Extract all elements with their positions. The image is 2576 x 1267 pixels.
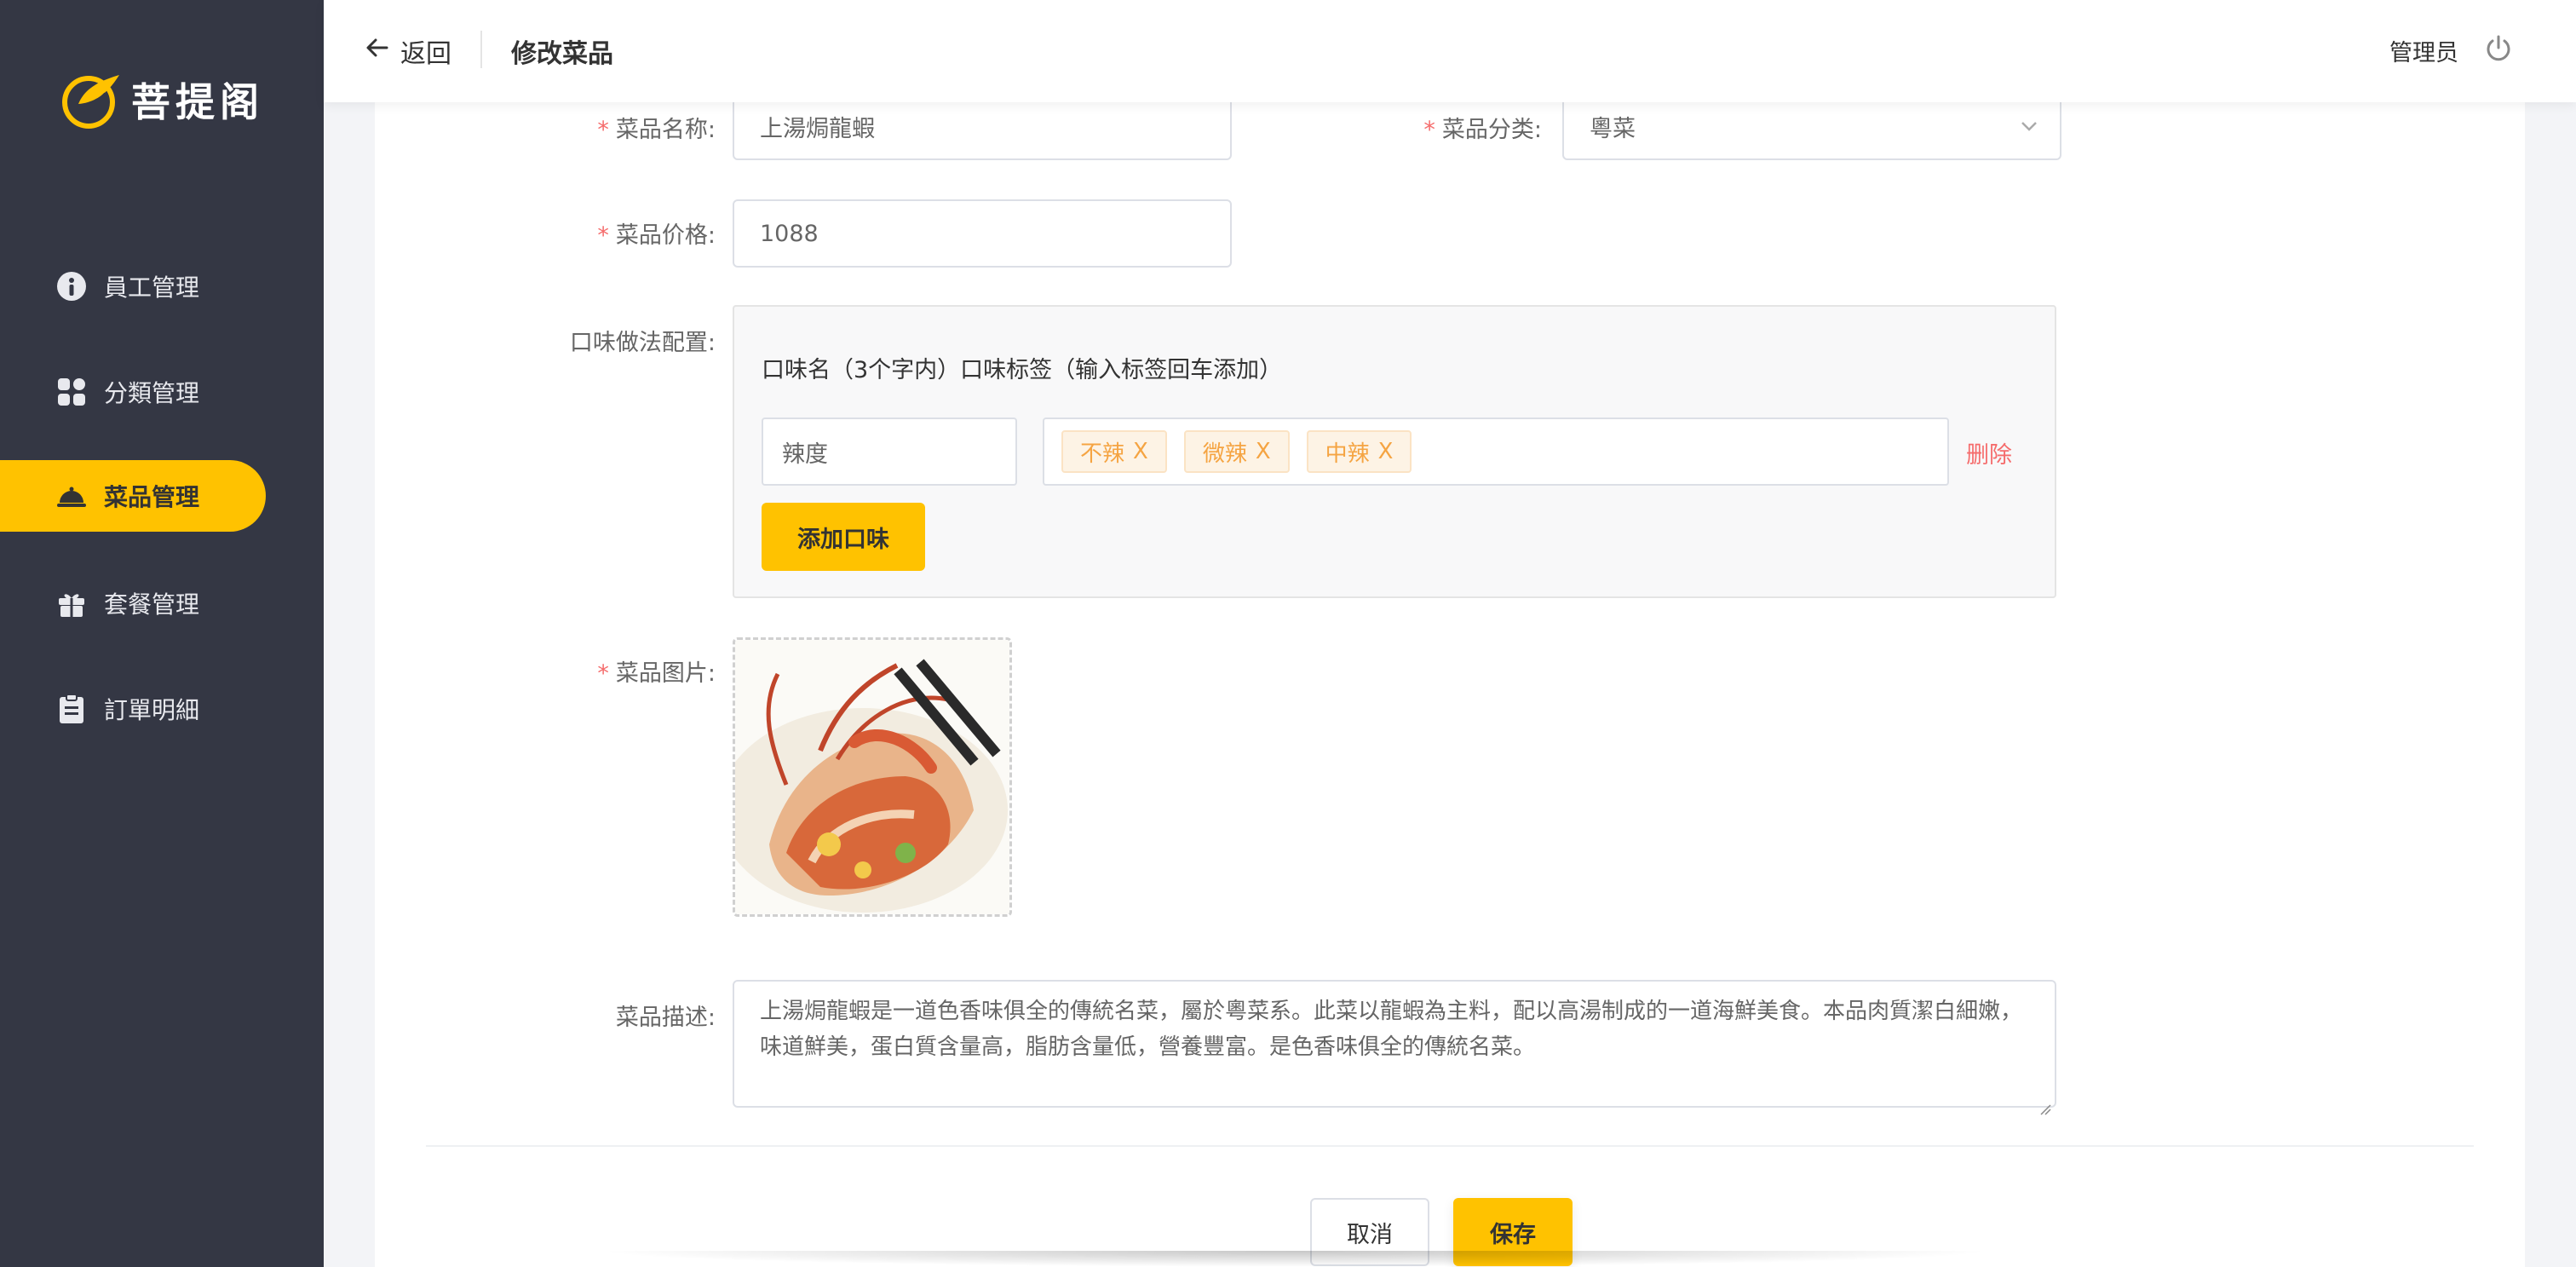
resize-grip-icon[interactable] [2039, 1091, 2051, 1115]
flavor-tags-input[interactable]: 不辣 X 微辣 X 中辣 X [1043, 418, 1949, 486]
dish-image-label: * 菜品图片: [375, 654, 716, 688]
back-button[interactable]: 返回 [365, 32, 451, 70]
clipboard-icon [56, 694, 87, 724]
label-text: 菜品分类: [1441, 117, 1542, 143]
label-text: 菜品名称: [615, 117, 716, 143]
employee-icon [56, 271, 87, 302]
page-title: 修改菜品 [511, 39, 613, 69]
select-value: 粵菜 [1590, 115, 1636, 142]
input-value: 辣度 [782, 441, 828, 468]
form-divider [426, 1145, 2474, 1147]
dish-name-label: * 菜品名称: [375, 111, 716, 144]
sidebar-item-orders[interactable]: 訂單明細 [0, 673, 266, 745]
dish-name-input[interactable]: 上湯焗龍蝦 [733, 92, 1232, 160]
label-text: 菜品价格: [615, 222, 716, 249]
flavor-header: 口味名（3个字内）口味标签（输入标签回车添加） [762, 357, 1283, 383]
flavor-config-label: 口味做法配置: [569, 330, 716, 356]
dish-image-upload[interactable] [733, 637, 1012, 917]
sidebar-item-label: 菜品管理 [104, 483, 200, 511]
user-name[interactable]: 管理员 [2389, 34, 2458, 67]
flavor-tag: 中辣 X [1306, 430, 1412, 473]
chevron-down-icon [2019, 116, 2039, 136]
power-icon[interactable] [2484, 34, 2513, 63]
bottom-shadow [596, 1251, 1993, 1267]
delete-flavor-link[interactable]: 删除 [1966, 436, 2012, 469]
brand-name: 菩提阁 [131, 79, 264, 125]
dish-desc-label: 菜品描述: [615, 1005, 716, 1031]
dish-price-label: * 菜品价格: [375, 216, 716, 250]
textarea-value: 上湯焗龍蝦是一道色香味俱全的傳統名菜，屬於粵菜系。此菜以龍蝦為主料，配以高湯制成… [760, 999, 2023, 1060]
lobster-image [735, 640, 1009, 914]
label-text: 菜品图片: [615, 660, 716, 687]
input-value: 上湯焗龍蝦 [760, 115, 875, 142]
tag-label: 不辣 [1080, 441, 1125, 467]
dish-category-label: * 菜品分类: [1201, 111, 1542, 144]
sidebar-item-label: 訂單明細 [104, 696, 200, 724]
category-icon [56, 377, 87, 407]
dish-desc-textarea[interactable]: 上湯焗龍蝦是一道色香味俱全的傳統名菜，屬於粵菜系。此菜以龍蝦為主料，配以高湯制成… [733, 980, 2056, 1115]
flavor-tag: 微辣 X [1183, 430, 1290, 473]
required-mark: * [1423, 117, 1435, 143]
sidebar-item-employees[interactable]: 員工管理 [0, 251, 266, 322]
flavor-config-panel: 口味名（3个字内）口味标签（输入标签回车添加） 辣度 不辣 X 微辣 X 中辣 X 删… [733, 305, 2056, 598]
dish-cloche-icon [56, 481, 87, 511]
sidebar-item-label: 分類管理 [104, 379, 200, 407]
gift-icon [56, 588, 87, 619]
top-header: 返回 修改菜品 管理员 [324, 0, 2576, 102]
flavor-tag: 不辣 X [1061, 430, 1167, 473]
required-mark: * [597, 660, 609, 687]
logo-leaf-icon [60, 70, 124, 130]
tag-label: 中辣 [1325, 441, 1370, 467]
dish-price-input[interactable]: 1088 [733, 199, 1232, 268]
dish-category-select[interactable]: 粵菜 [1562, 92, 2061, 160]
sidebar-item-categories[interactable]: 分類管理 [0, 356, 266, 428]
back-label: 返回 [400, 39, 451, 69]
sidebar-item-label: 員工管理 [104, 274, 200, 302]
tag-remove-button[interactable]: X [1256, 439, 1271, 464]
input-value: 1088 [760, 220, 819, 247]
edit-dish-form: * 菜品名称: 上湯焗龍蝦 * 菜品分类: 粵菜 * 菜品价格: 1088 口味做法配… [375, 34, 2525, 1267]
sidebar-item-dishes[interactable]: 菜品管理 [0, 460, 266, 532]
tag-remove-button[interactable]: X [1378, 439, 1394, 464]
required-mark: * [597, 117, 609, 143]
sidebar-item-combos[interactable]: 套餐管理 [0, 567, 266, 639]
tag-remove-button[interactable]: X [1133, 439, 1148, 464]
tag-label: 微辣 [1202, 441, 1247, 467]
sidebar: 菩提阁 員工管理 分類管理 菜品管理 套餐管理 訂單明細 [0, 0, 324, 1267]
arrow-left-icon [365, 35, 390, 67]
sidebar-item-label: 套餐管理 [104, 590, 200, 619]
header-divider [480, 31, 482, 68]
flavor-name-input[interactable]: 辣度 [762, 418, 1017, 486]
add-flavor-button[interactable]: 添加口味 [762, 503, 925, 571]
brand-logo: 菩提阁 [60, 70, 264, 130]
required-mark: * [597, 222, 609, 249]
